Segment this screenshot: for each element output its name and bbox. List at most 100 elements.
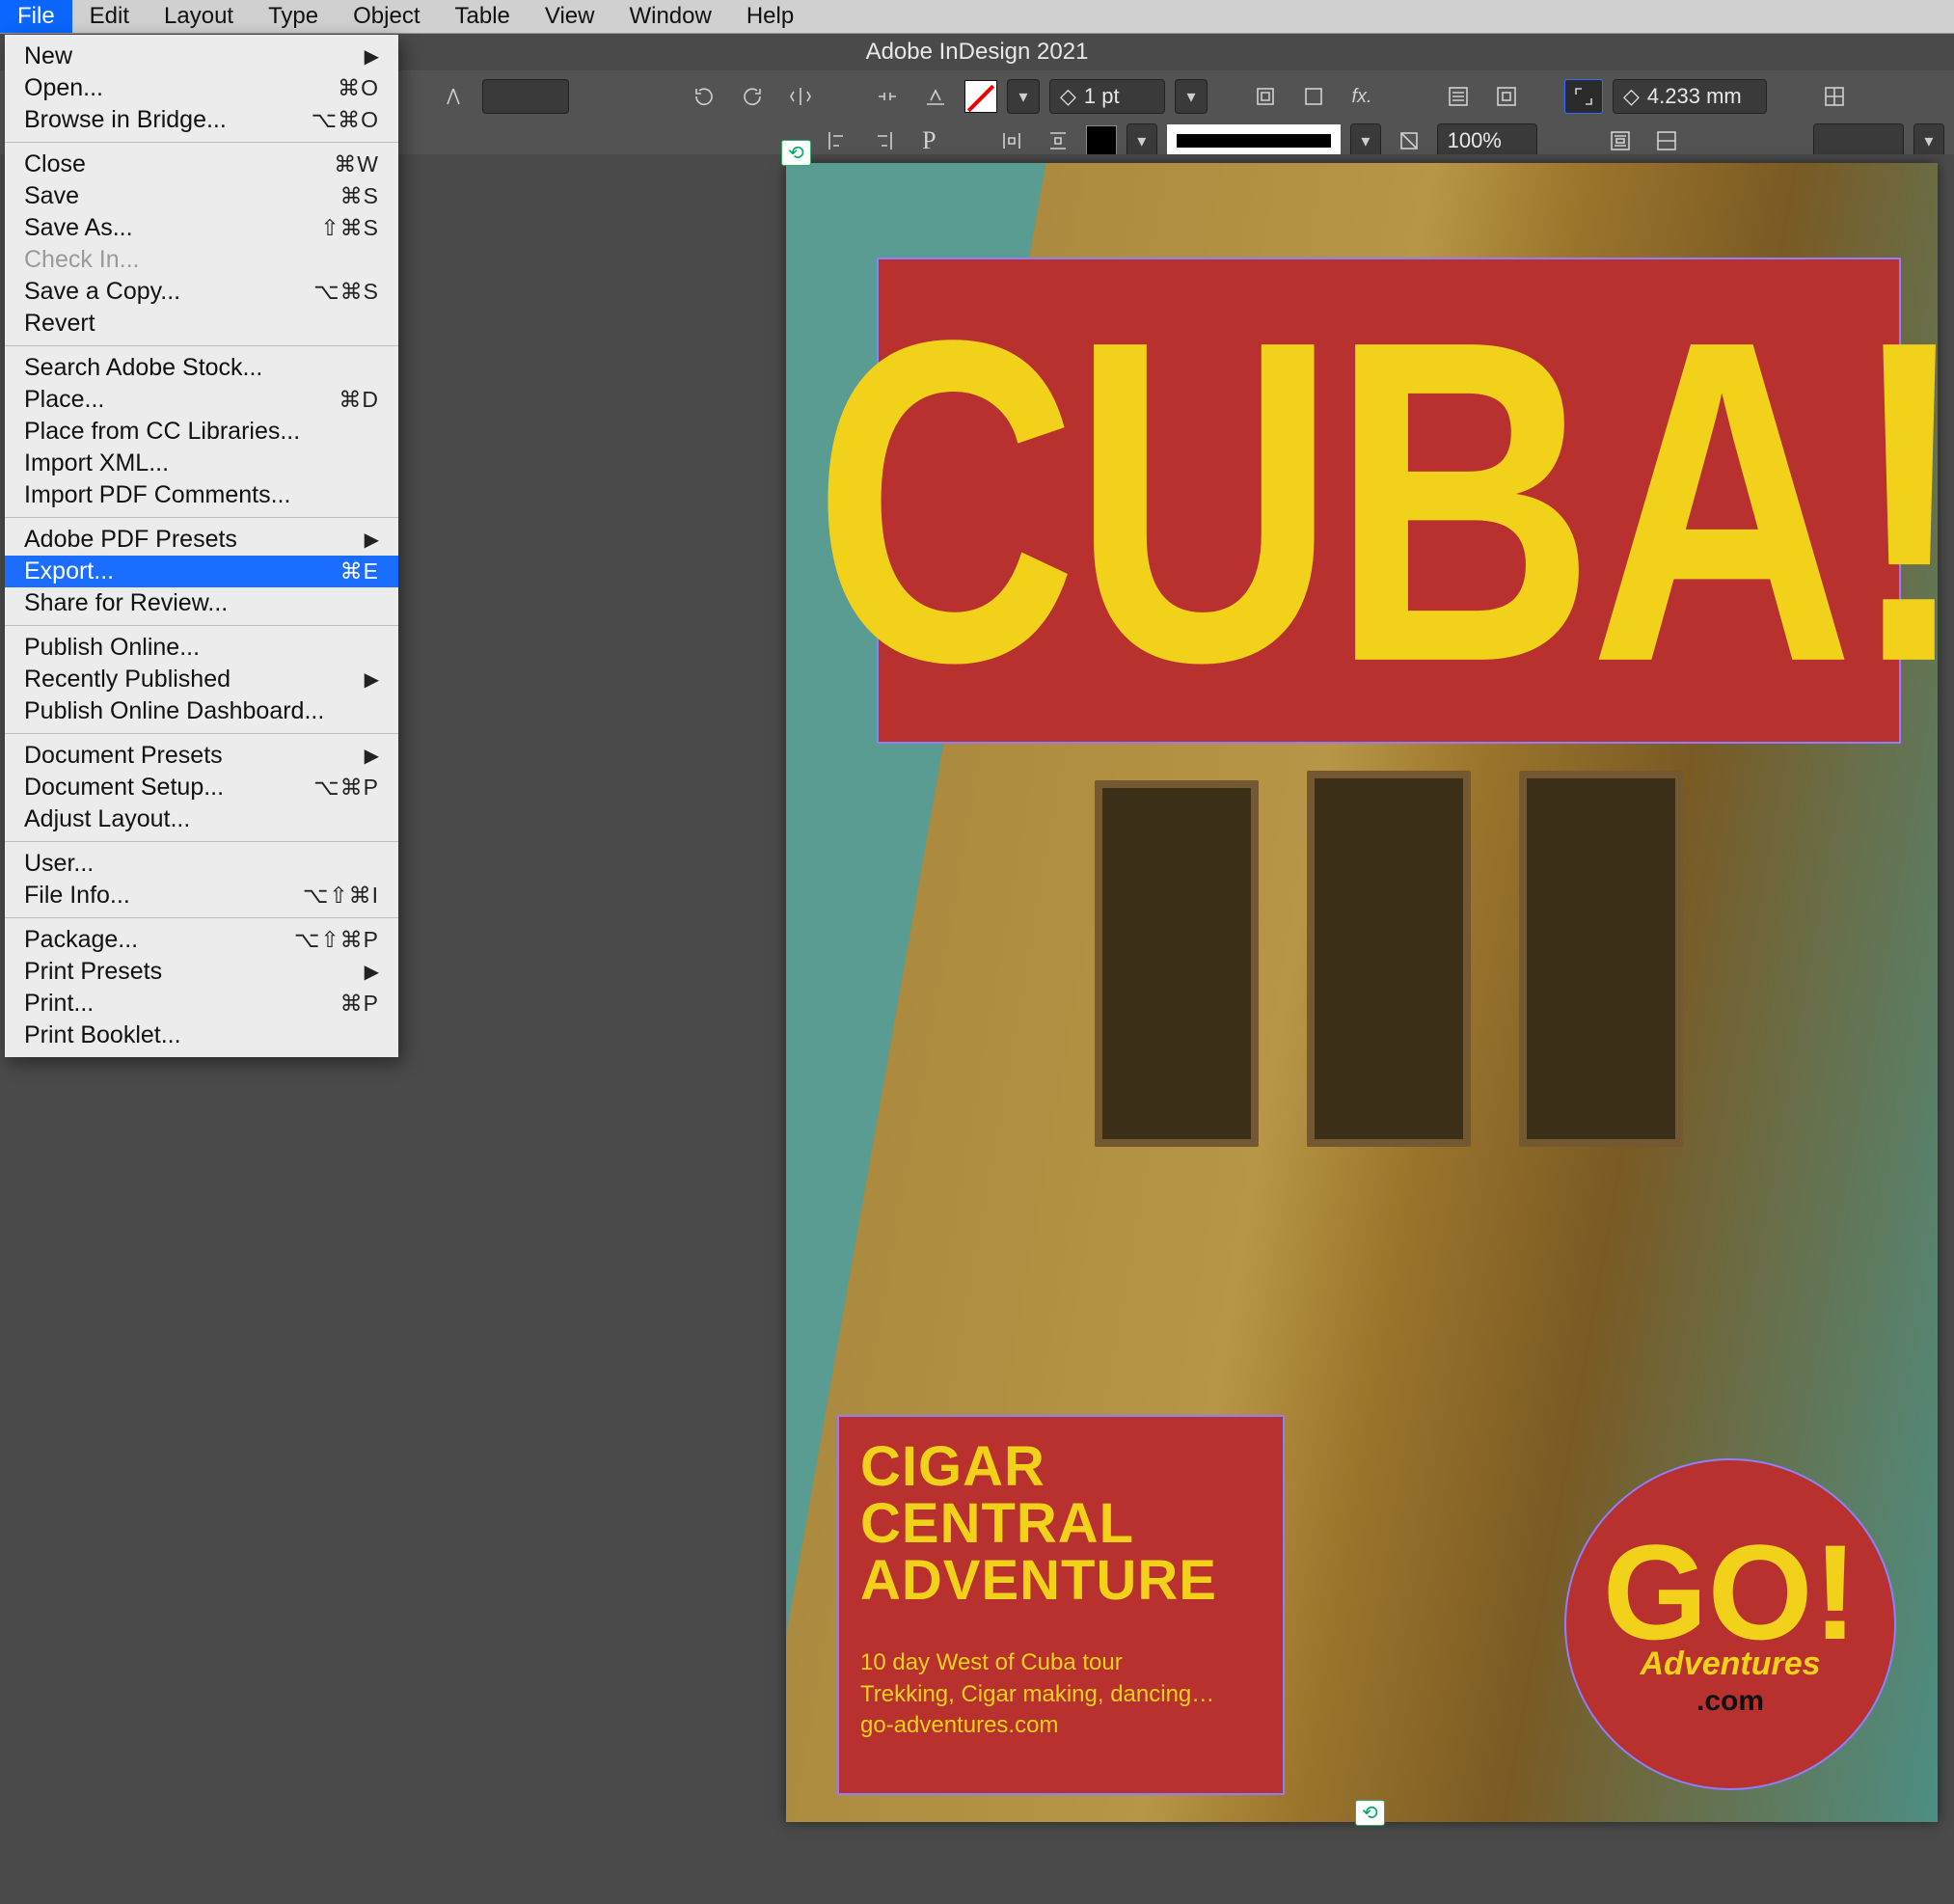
menu-item-save-a-copy[interactable]: Save a Copy...⌥⌘S — [5, 276, 398, 308]
menu-item-shortcut: ⌘O — [338, 75, 379, 101]
stroke-weight-dropdown[interactable]: ▾ — [1175, 79, 1208, 114]
menu-item-open[interactable]: Open...⌘O — [5, 72, 398, 104]
anchor-indicator-icon: ⟲ — [1355, 1800, 1385, 1826]
text-wrap-skip-icon[interactable] — [1648, 123, 1685, 158]
menu-item-adjust-layout[interactable]: Adjust Layout... — [5, 803, 398, 835]
paragraph-icon[interactable]: P — [911, 123, 948, 158]
submenu-arrow-icon: ▶ — [365, 960, 379, 984]
corner-size-input[interactable]: ◇4.233 mm — [1613, 79, 1767, 114]
menu-item-package[interactable]: Package...⌥⇧⌘P — [5, 924, 398, 956]
menu-item-adobe-pdf-presets[interactable]: Adobe PDF Presets▶ — [5, 524, 398, 556]
fill-swatch[interactable] — [964, 80, 997, 113]
align-right-edge-icon[interactable] — [865, 123, 902, 158]
menu-table[interactable]: Table — [438, 0, 528, 33]
menu-window[interactable]: Window — [611, 0, 728, 33]
menu-item-import-pdf-comments[interactable]: Import PDF Comments... — [5, 479, 398, 511]
menu-item-shortcut: ⇧⌘S — [320, 215, 379, 241]
menu-item-label: Revert — [24, 310, 95, 338]
flip-horizontal-icon[interactable] — [781, 79, 820, 114]
text-wrap-none-icon[interactable] — [1439, 79, 1478, 114]
title-text-frame[interactable]: CUBA! — [879, 259, 1899, 742]
frame-fit-content-icon[interactable] — [1246, 79, 1285, 114]
document-page[interactable]: ⟲ CUBA! CIGAR CENTRAL ADVENTURE 10 day W… — [786, 163, 1938, 1822]
opacity-icon[interactable] — [1391, 123, 1427, 158]
desc-line-3: go-adventures.com — [860, 1710, 1262, 1741]
distribute-vertical-icon[interactable] — [1040, 123, 1076, 158]
menu-item-place-from-cc-libraries[interactable]: Place from CC Libraries... — [5, 416, 398, 448]
menu-item-label: Check In... — [24, 246, 140, 274]
corner-options-icon[interactable] — [1564, 79, 1603, 114]
menu-item-new[interactable]: New▶ — [5, 41, 398, 72]
menu-item-label: Adjust Layout... — [24, 805, 190, 833]
menu-item-publish-online-dashboard[interactable]: Publish Online Dashboard... — [5, 695, 398, 727]
menu-item-document-setup[interactable]: Document Setup...⌥⌘P — [5, 772, 398, 803]
menu-item-share-for-review[interactable]: Share for Review... — [5, 587, 398, 619]
menu-item-print-booklet[interactable]: Print Booklet... — [5, 1020, 398, 1051]
opacity-input[interactable]: 100% — [1437, 123, 1538, 158]
file-menu-dropdown: New▶Open...⌘OBrowse in Bridge...⌥⌘OClose… — [5, 35, 398, 1057]
text-wrap-jump-icon[interactable] — [1602, 123, 1639, 158]
logo-text-main: GO! — [1603, 1532, 1858, 1653]
menu-item-recently-published[interactable]: Recently Published▶ — [5, 664, 398, 695]
frame-grid-icon[interactable] — [1815, 79, 1854, 114]
baseline-icon[interactable] — [916, 79, 955, 114]
distribute-horizontal-icon[interactable] — [993, 123, 1030, 158]
stroke-style[interactable] — [1167, 124, 1341, 157]
misc-dropdown[interactable] — [1813, 123, 1904, 158]
menu-help[interactable]: Help — [729, 0, 811, 33]
menu-item-revert[interactable]: Revert — [5, 308, 398, 340]
logo-text-sub: Adventures — [1640, 1646, 1820, 1683]
menu-item-document-presets[interactable]: Document Presets▶ — [5, 740, 398, 772]
misc-dropdown-arrow[interactable]: ▾ — [1913, 123, 1944, 158]
menu-item-publish-online[interactable]: Publish Online... — [5, 632, 398, 664]
fx-icon[interactable]: fx. — [1343, 79, 1381, 114]
menu-item-shortcut: ⌘S — [340, 183, 379, 209]
menu-layout[interactable]: Layout — [147, 0, 251, 33]
submenu-arrow-icon: ▶ — [365, 744, 379, 768]
frame-fit-frame-icon[interactable] — [1294, 79, 1333, 114]
stroke-dropdown[interactable]: ▾ — [1126, 123, 1157, 158]
menu-item-browse-in-bridge[interactable]: Browse in Bridge...⌥⌘O — [5, 104, 398, 136]
menu-item-place[interactable]: Place...⌘D — [5, 384, 398, 416]
menu-item-import-xml[interactable]: Import XML... — [5, 448, 398, 479]
fill-dropdown[interactable]: ▾ — [1007, 79, 1040, 114]
menu-item-shortcut: ⌘W — [334, 151, 379, 177]
menu-item-file-info[interactable]: File Info...⌥⇧⌘I — [5, 880, 398, 911]
subtitle-text-frame[interactable]: CIGAR CENTRAL ADVENTURE 10 day West of C… — [839, 1417, 1283, 1793]
menu-item-save[interactable]: Save⌘S — [5, 180, 398, 212]
menu-item-label: New — [24, 42, 72, 70]
menu-item-close[interactable]: Close⌘W — [5, 149, 398, 180]
menu-item-label: Export... — [24, 558, 114, 585]
subtitle-line-1: CIGAR — [860, 1438, 1262, 1495]
menu-item-label: Publish Online... — [24, 634, 200, 662]
skew-input[interactable] — [482, 79, 569, 114]
menu-separator — [5, 917, 398, 918]
menu-object[interactable]: Object — [336, 0, 437, 33]
text-wrap-around-icon[interactable] — [1487, 79, 1526, 114]
stroke-style-dropdown[interactable]: ▾ — [1350, 123, 1381, 158]
menu-item-print-presets[interactable]: Print Presets▶ — [5, 956, 398, 988]
menu-item-label: Publish Online Dashboard... — [24, 697, 324, 725]
menu-item-export[interactable]: Export...⌘E — [5, 556, 398, 587]
menu-item-save-as[interactable]: Save As... ⇧⌘S — [5, 212, 398, 244]
menu-item-print[interactable]: Print...⌘P — [5, 988, 398, 1020]
menu-item-label: Print Booklet... — [24, 1021, 181, 1049]
menu-item-search-adobe-stock[interactable]: Search Adobe Stock... — [5, 352, 398, 384]
menu-type[interactable]: Type — [251, 0, 336, 33]
skew-icon[interactable] — [434, 79, 473, 114]
gap-icon[interactable] — [868, 79, 907, 114]
stroke-weight-input[interactable]: ◇1 pt — [1049, 79, 1165, 114]
menu-view[interactable]: View — [528, 0, 612, 33]
logo-frame[interactable]: GO! Adventures .com — [1566, 1460, 1894, 1788]
align-left-edge-icon[interactable] — [819, 123, 855, 158]
menu-file[interactable]: File — [0, 0, 72, 33]
app-title: Adobe InDesign 2021 — [866, 39, 1089, 66]
menu-item-label: Save As... — [24, 214, 133, 242]
menu-edit[interactable]: Edit — [72, 0, 147, 33]
rotate-ccw-icon[interactable] — [685, 79, 723, 114]
rotate-cw-icon[interactable] — [733, 79, 772, 114]
menu-item-label: Print... — [24, 990, 94, 1018]
subtitle-line-3: ADVENTURE — [860, 1552, 1262, 1609]
menu-item-user[interactable]: User... — [5, 848, 398, 880]
stroke-swatch[interactable] — [1086, 125, 1117, 156]
